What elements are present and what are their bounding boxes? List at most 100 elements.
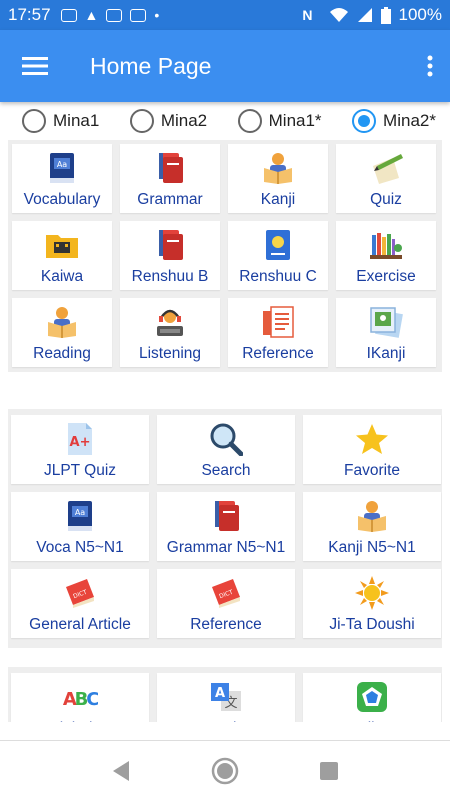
menu-tile-translate[interactable]: 文A Translate (157, 673, 295, 722)
magnifier-icon (208, 422, 244, 456)
radio-label: Mina1* (268, 111, 322, 130)
radio-label: Mina2* (383, 111, 436, 130)
radio-option-mina2[interactable]: Mina2 (129, 109, 208, 133)
menu-tile-grammar-n5-n1[interactable]: Grammar N5~N1 (157, 492, 295, 561)
radio-label: Mina2 (160, 111, 208, 130)
menu-tile-label: IKanji (366, 345, 406, 362)
radio-label: Mina1 (53, 111, 100, 130)
menu-tile-listening[interactable]: Listening (120, 298, 220, 367)
recents-icon[interactable] (319, 761, 339, 781)
pentagon-icon (354, 680, 390, 714)
menu-tile-label: Search (201, 462, 251, 479)
radio-option-mina2-star[interactable]: Mina2* (352, 109, 436, 133)
reader-icon (354, 499, 390, 533)
menu-tile-label: Listening (138, 345, 202, 362)
svg-text:A: A (215, 686, 225, 701)
menu-tile-label: Alphabet (49, 720, 110, 722)
menu-tile-ikanji[interactable]: IKanji (336, 298, 436, 367)
sun-icon (354, 576, 390, 610)
document-icon (260, 305, 296, 339)
menu-tile-vocabulary[interactable]: Aa Vocabulary (12, 144, 112, 213)
photo-icon (368, 305, 404, 339)
menu-tile-label: Voca N5~N1 (36, 539, 124, 556)
page-title: Home Page (90, 52, 212, 79)
wifi-icon (329, 8, 348, 22)
star-icon (354, 422, 390, 456)
edition-radio-group: Mina1 Mina2 Mina1* Mina2* (8, 104, 442, 138)
svg-text:Aa: Aa (57, 160, 67, 169)
menu-tile-label: Grammar (137, 191, 203, 208)
menu-tile-label: Reference (242, 345, 314, 362)
book-icon: Aa (62, 499, 98, 533)
menu-tile-reference[interactable]: DICT Reference (157, 569, 295, 638)
menu-tile-kanji[interactable]: Kanji (228, 144, 328, 213)
menu-tile-reference[interactable]: Reference (228, 298, 328, 367)
menu-tile-label: Renshuu B (131, 268, 209, 285)
radio-option-mina1-star[interactable]: Mina1* (237, 109, 322, 133)
books-icon (208, 499, 244, 533)
menu-tile-reading[interactable]: Reading (12, 298, 112, 367)
status-time: 17:57 (8, 5, 51, 24)
menu-tile-label: Reading (33, 345, 91, 362)
radio-unchecked-icon[interactable] (22, 109, 46, 133)
battery-level: 100% (398, 5, 442, 24)
menu-tile-label: Grammar N5~N1 (166, 539, 286, 556)
menu-tile-label: General Article (29, 616, 131, 633)
radio-option-mina1[interactable]: Mina1 (22, 109, 99, 133)
notification-icon (106, 8, 123, 22)
battery-icon (380, 6, 391, 24)
bookshelf-icon (368, 228, 404, 262)
abc-icon: ABC (62, 680, 98, 714)
menu-tile-alphabet[interactable]: ABC Alphabet (11, 673, 149, 722)
menu-tile-ji-ta-doushi[interactable]: Ji-Ta Doushi (303, 569, 441, 638)
film-folder-icon (44, 228, 80, 262)
menu-tile-exercise[interactable]: Exercise (336, 221, 436, 290)
menu-tile-renshuu-c[interactable]: Renshuu C (228, 221, 328, 290)
signal-icon (357, 8, 372, 22)
overflow-menu-button[interactable] (410, 30, 450, 102)
menu-tile-label: Exercise (356, 268, 416, 285)
headphones-icon (152, 305, 188, 339)
main-menu-panel: Aa Vocabulary Grammar Kanji Quiz Kaiwa Renshuu… (8, 140, 442, 372)
menu-button[interactable] (0, 30, 70, 102)
nfc-icon: N (302, 7, 313, 23)
menu-tile-label: Favorite (344, 462, 400, 479)
hamburger-menu-icon (22, 57, 48, 75)
red-book-icon: DICT (62, 576, 98, 610)
menu-tile-label: Ji-Ta Doushi (329, 616, 415, 633)
status-bar: 17:57 ▲ • N 100% (0, 0, 450, 30)
svg-text:A+: A+ (70, 435, 91, 450)
notification-icon (60, 8, 77, 22)
menu-tile-search[interactable]: Search (157, 415, 295, 484)
back-icon[interactable] (111, 760, 131, 782)
menu-tile-voca-n5-n1[interactable]: Aa Voca N5~N1 (11, 492, 149, 561)
book-icon: Aa (44, 151, 80, 185)
home-icon[interactable] (211, 757, 239, 785)
translate-icon: 文A (208, 680, 244, 714)
warning-icon: ▲ (84, 7, 99, 23)
menu-tile-label: Translate (194, 720, 258, 722)
radio-unchecked-icon[interactable] (129, 109, 154, 133)
menu-tile-renshuu-b[interactable]: Renshuu B (120, 221, 220, 290)
menu-tile-grammar[interactable]: Grammar (120, 144, 220, 213)
menu-tile-kaiwa[interactable]: Kaiwa (12, 221, 112, 290)
menu-tile-jlpt-quiz[interactable]: A+ JLPT Quiz (11, 415, 149, 484)
menu-tile-kanji-n5-n1[interactable]: Kanji N5~N1 (303, 492, 441, 561)
radio-checked-icon[interactable] (352, 109, 377, 133)
radio-unchecked-icon[interactable] (237, 109, 262, 133)
menu-tile-label: Kanji Out (340, 720, 404, 722)
menu-tile-general-article[interactable]: DICT General Article (11, 569, 149, 638)
menu-tile-label: Renshuu C (239, 268, 317, 285)
menu-tile-favorite[interactable]: Favorite (303, 415, 441, 484)
dot-icon: • (154, 7, 160, 23)
menu-tile-kanji-out[interactable]: Kanji Out (303, 673, 441, 722)
svg-text:C: C (86, 689, 98, 710)
menu-tile-label: Reference (190, 616, 262, 633)
menu-tile-quiz[interactable]: Quiz (336, 144, 436, 213)
notebook-icon (260, 228, 296, 262)
menu-tile-label: Kanji N5~N1 (328, 539, 416, 556)
menu-tile-label: Vocabulary (23, 191, 101, 208)
books-icon (152, 228, 188, 262)
books-icon (152, 151, 188, 185)
reader-icon (260, 151, 296, 185)
